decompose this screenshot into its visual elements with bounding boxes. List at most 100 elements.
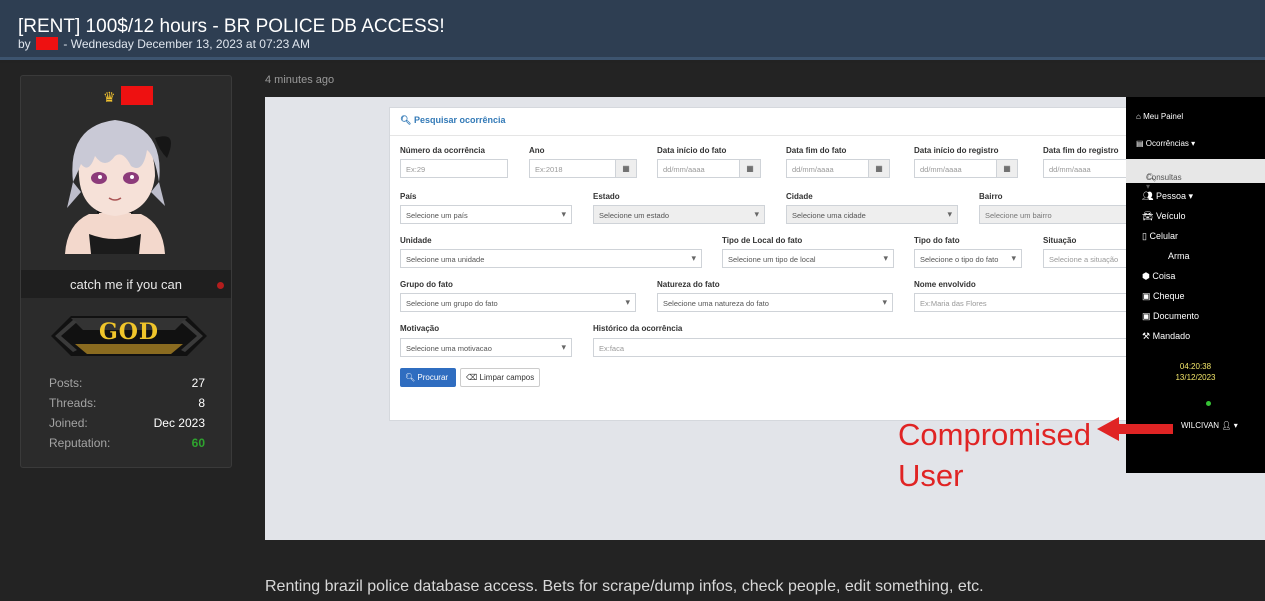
search-icon: 🔍︎ — [405, 373, 416, 382]
stat-label: Posts: — [49, 376, 83, 390]
stat-value: 8 — [198, 396, 205, 410]
nav-label: Veículo — [1155, 211, 1186, 221]
author-redaction — [36, 37, 59, 50]
divider — [390, 135, 1130, 136]
tipo-local-select[interactable]: Selecione um tipo de local — [722, 249, 894, 268]
crown-icon: ♛ — [103, 89, 116, 105]
nav-meu-painel[interactable]: ⌂ Meu Painel — [1136, 112, 1183, 121]
search-panel: 🔍︎ Pesquisar ocorrência Número da ocorrê… — [389, 107, 1130, 421]
label-pais: País — [400, 192, 417, 201]
nav-label: Cheque — [1153, 291, 1185, 301]
panel-title: 🔍︎ Pesquisar ocorrência — [400, 115, 506, 126]
stat-label: Threads: — [49, 396, 97, 410]
label-grupo: Grupo do fato — [400, 280, 453, 289]
calendar-icon[interactable]: ▦ — [996, 159, 1018, 178]
users-icon: 👥︎ — [1142, 191, 1154, 201]
calendar-icon[interactable]: ▦ — [615, 159, 637, 178]
username-redaction[interactable] — [121, 86, 153, 105]
pais-select[interactable]: Selecione um país — [400, 205, 572, 224]
rank-label: GOD — [98, 319, 160, 345]
cidade-select[interactable]: Selecione uma cidade — [786, 205, 958, 224]
nav-ocorrencias[interactable]: ▤ Ocorrências ▾ — [1136, 139, 1195, 148]
file-icon: ▤ — [1136, 139, 1144, 148]
clock-date: 13/12/2023 — [1175, 373, 1216, 382]
data-inicio-fato-input[interactable]: dd/mm/aaaa — [657, 159, 741, 178]
nav-label: Pessoa ▾ — [1155, 191, 1193, 201]
label-ano: Ano — [529, 146, 545, 155]
id-card-icon: ▣ — [1142, 311, 1151, 321]
thread-header: [RENT] 100$/12 hours - BR POLICE DB ACCE… — [0, 0, 1265, 60]
label-natureza: Natureza do fato — [657, 280, 720, 289]
byline-prefix: by — [18, 37, 31, 51]
data-fim-fato-input[interactable]: dd/mm/aaaa — [786, 159, 870, 178]
grupo-select[interactable]: Selecione um grupo do fato — [400, 293, 636, 312]
nav-label: Celular — [1149, 231, 1178, 241]
situacao-select[interactable]: Selecione a situação — [1043, 249, 1127, 268]
post-timestamp: 4 minutes ago — [265, 74, 335, 86]
label-nome: Nome envolvido — [914, 280, 976, 289]
stat-posts: Posts: 27 — [21, 376, 231, 396]
unidade-select[interactable]: Selecione uma unidade — [400, 249, 702, 268]
user-title-bar: catch me if you can — [21, 270, 231, 298]
nav-mandado[interactable]: ⚒ Mandado — [1142, 331, 1190, 342]
motivacao-select[interactable]: Selecione uma motivacao — [400, 338, 572, 357]
avatar[interactable] — [59, 116, 171, 254]
nav-arma[interactable]: Arma — [1168, 251, 1190, 261]
gavel-icon: ⚒ — [1142, 331, 1151, 341]
label-data-inicio-fato: Data início do fato — [657, 146, 727, 155]
car-icon: 🚘︎ — [1142, 211, 1154, 221]
stat-reputation: Reputation: 60 — [21, 436, 231, 456]
label-bairro: Bairro — [979, 192, 1003, 201]
caret-down-icon: ▾ — [1233, 421, 1238, 430]
data-fim-registro-input[interactable]: dd/mm/aaaa — [1043, 159, 1127, 178]
calendar-icon[interactable]: ▦ — [739, 159, 761, 178]
compromised-user-annotation: Compromised User — [898, 417, 1091, 493]
nav-user-label: WILCIVAN — [1181, 421, 1220, 430]
limpar-button[interactable]: ⌫ Limpar campos — [460, 368, 540, 387]
numero-input[interactable]: Ex:29 — [400, 159, 508, 178]
calendar-icon[interactable]: ▦ — [868, 159, 890, 178]
tipo-fato-select[interactable]: Selecione o tipo do fato — [914, 249, 1022, 268]
thread-title: [RENT] 100$/12 hours - BR POLICE DB ACCE… — [18, 16, 445, 37]
bairro-select[interactable]: Selecione um bairro — [979, 205, 1127, 224]
reputation-value[interactable]: 60 — [192, 436, 205, 450]
stat-value: 27 — [191, 376, 205, 390]
phone-icon: ▯ — [1142, 231, 1147, 241]
online-status-icon — [1206, 401, 1211, 406]
label-tipo-fato: Tipo do fato — [914, 236, 960, 245]
procurar-button[interactable]: 🔍︎ Procurar — [400, 368, 456, 387]
estado-select[interactable]: Selecione um estado — [593, 205, 765, 224]
label-unidade: Unidade — [400, 236, 432, 245]
thread-byline: by - Wednesday December 13, 2023 at 07:2… — [18, 37, 310, 51]
nav-coisa[interactable]: ⬢ Coisa — [1142, 271, 1175, 282]
label-tipo-local: Tipo de Local do fato — [722, 236, 803, 245]
user-title: catch me if you can — [70, 277, 182, 292]
stat-label: Joined: — [49, 416, 88, 430]
stat-label: Reputation: — [49, 436, 111, 450]
natureza-select[interactable]: Selecione uma natureza do fato — [657, 293, 893, 312]
ano-input[interactable]: Ex:2018 — [529, 159, 617, 178]
procurar-label: Procurar — [417, 373, 449, 382]
nav-documento[interactable]: ▣ Documento — [1142, 311, 1199, 322]
search-icon: 🔍︎ — [400, 115, 412, 125]
thread-date: - Wednesday December 13, 2023 at 07:23 A… — [63, 37, 310, 51]
nav-celular[interactable]: ▯ Celular — [1142, 231, 1178, 242]
nome-input[interactable]: Ex:Maria das Flores — [914, 293, 1127, 312]
stat-value: Dec 2023 — [153, 416, 205, 430]
data-inicio-registro-input[interactable]: dd/mm/aaaa — [914, 159, 998, 178]
nav-cheque[interactable]: ▣ Cheque — [1142, 291, 1185, 302]
label-cidade: Cidade — [786, 192, 813, 201]
clock-time: 04:20:38 — [1179, 362, 1212, 371]
label-historico: Histórico da ocorrência — [593, 324, 683, 333]
nav-pessoa[interactable]: 👥︎ Pessoa ▾ — [1142, 191, 1193, 202]
nav-veiculo[interactable]: 🚘︎ Veículo — [1142, 211, 1185, 222]
nav-label: Documento — [1153, 311, 1200, 321]
nav-user-menu[interactable]: WILCIVAN 👤︎ ▾ — [1181, 421, 1238, 430]
stat-joined: Joined: Dec 2023 — [21, 416, 231, 436]
user-card: ♛ catch me if you can GOD Posts: 27 Thre… — [20, 75, 232, 468]
nav-consultas[interactable]: 🔍︎ Consultas ▾ — [1126, 159, 1265, 191]
cubes-icon: ⬢ — [1142, 271, 1150, 281]
embedded-screenshot[interactable]: 🔍︎ Pesquisar ocorrência Número da ocorrê… — [265, 97, 1265, 540]
historico-input[interactable]: Ex:faca — [593, 338, 1127, 357]
check-card-icon: ▣ — [1142, 291, 1151, 301]
